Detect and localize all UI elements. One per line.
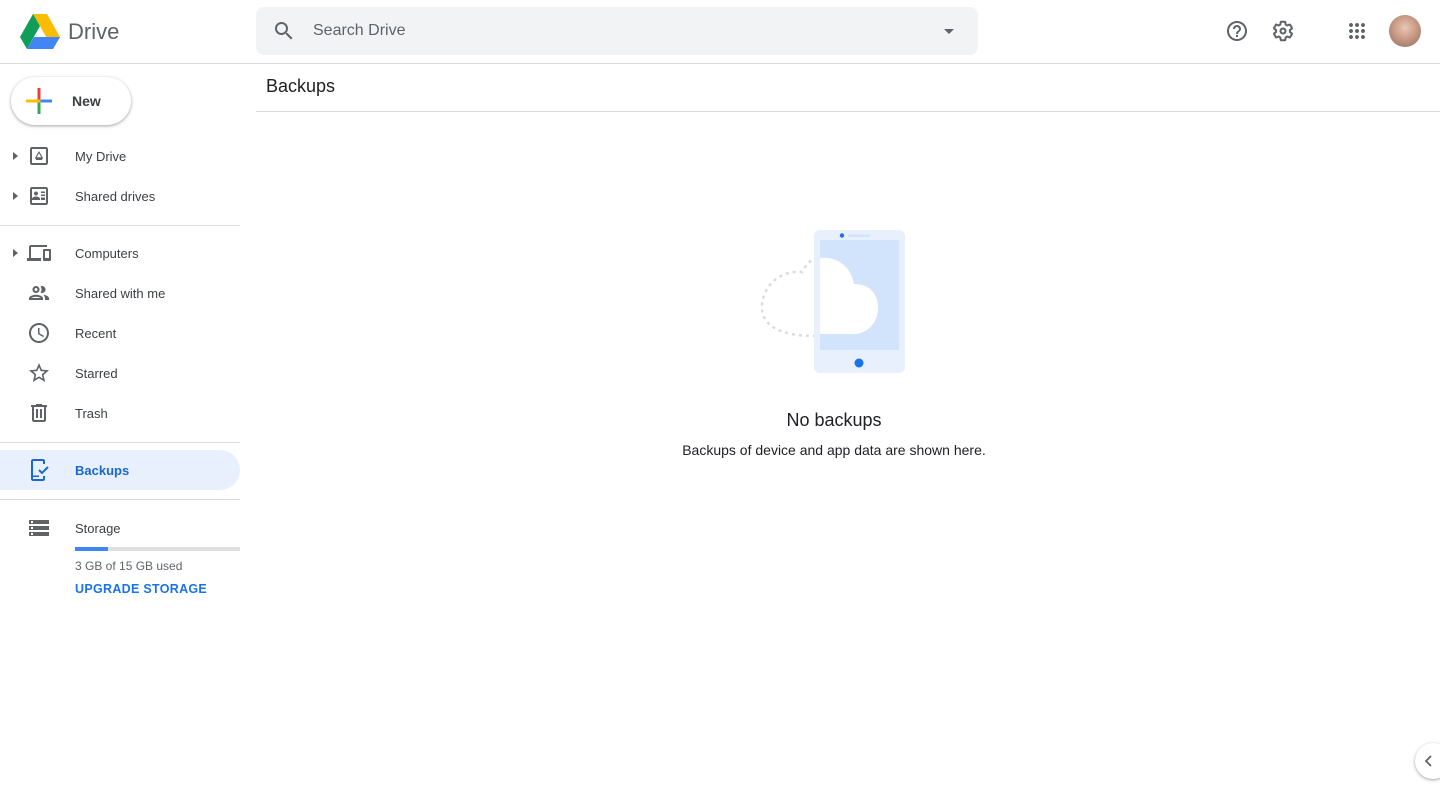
clock-icon	[29, 323, 49, 343]
sidebar-item-label: My Drive	[75, 148, 127, 164]
avatar[interactable]	[1389, 15, 1421, 47]
sidebar-item-backups[interactable]: Backups	[0, 450, 240, 490]
app-name: Drive	[68, 19, 120, 44]
side-panel-toggle-button[interactable]	[1415, 743, 1440, 779]
sidebar-item-label: Shared with me	[75, 285, 166, 301]
trash-icon	[31, 404, 47, 422]
chevron-left-icon	[1424, 755, 1432, 767]
apps-grid-icon[interactable]	[1337, 11, 1377, 51]
expand-arrow-icon[interactable]	[11, 191, 21, 201]
empty-state-title: No backups	[786, 410, 882, 430]
drive-logo[interactable]: Drive	[20, 14, 119, 50]
storage-icon	[29, 520, 49, 536]
new-button[interactable]: New	[11, 77, 131, 125]
expand-arrow-icon[interactable]	[11, 151, 21, 161]
sidebar-item-my-drive[interactable]: My Drive	[0, 136, 240, 176]
storage-usage-bar	[75, 547, 240, 551]
sidebar-divider	[0, 442, 240, 443]
shared-drives-icon	[30, 187, 48, 205]
top-bar: Drive	[0, 0, 1440, 64]
upgrade-storage-link[interactable]: UPGRADE STORAGE	[75, 582, 207, 596]
gear-icon[interactable]	[1263, 11, 1303, 51]
empty-state-subtitle: Backups of device and app data are shown…	[682, 442, 986, 458]
people-icon	[29, 286, 49, 300]
sidebar-item-label: Shared drives	[75, 188, 156, 204]
sidebar-item-recent[interactable]: Recent	[0, 313, 240, 353]
search-options-dropdown-icon[interactable]	[929, 11, 969, 51]
plus-icon	[26, 88, 52, 114]
storage-usage-fill	[75, 547, 108, 551]
sidebar-item-label: Backups	[75, 462, 130, 478]
my-drive-icon	[30, 147, 48, 165]
page-title: Backups	[266, 76, 336, 96]
sidebar-item-label: Recent	[75, 325, 117, 341]
sidebar-item-computers[interactable]: Computers	[0, 233, 240, 273]
drive-logo-icon	[20, 14, 60, 49]
sidebar-item-label: Trash	[75, 405, 108, 421]
star-icon	[29, 363, 49, 382]
sidebar-item-trash[interactable]: Trash	[0, 393, 240, 433]
new-button-label: New	[72, 93, 101, 109]
sidebar-item-shared-with-me[interactable]: Shared with me	[0, 273, 240, 313]
no-backups-illustration	[760, 230, 905, 373]
sidebar-item-starred[interactable]: Starred	[0, 353, 240, 393]
sidebar-divider	[0, 225, 240, 226]
storage-used-text: 3 GB of 15 GB used	[75, 559, 183, 573]
expand-arrow-icon[interactable]	[11, 248, 21, 258]
search-icon[interactable]	[264, 11, 304, 51]
storage-label: Storage	[75, 521, 121, 536]
title-divider	[256, 111, 1440, 112]
sidebar-divider	[0, 499, 240, 500]
sidebar-item-label: Starred	[75, 365, 118, 381]
computers-icon	[27, 245, 51, 261]
sidebar-item-shared-drives[interactable]: Shared drives	[0, 176, 240, 216]
help-circle-icon[interactable]	[1217, 11, 1257, 51]
sidebar-item-label: Computers	[75, 245, 139, 261]
search-input[interactable]	[313, 7, 929, 55]
backups-icon	[31, 459, 49, 481]
search-bar	[256, 7, 978, 55]
